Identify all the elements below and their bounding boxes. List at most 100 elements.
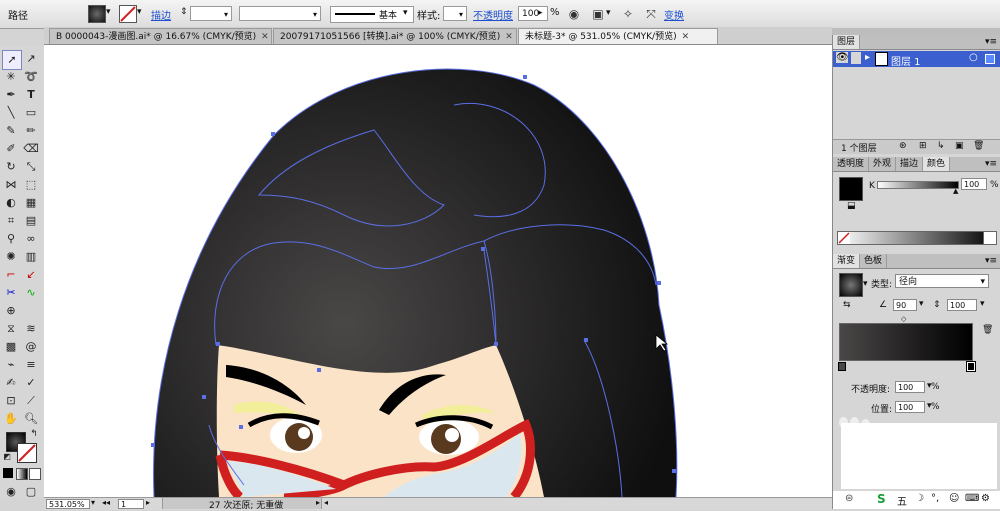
stroke-color-box[interactable] xyxy=(17,443,37,463)
rectangle-tool-icon[interactable]: ▭ xyxy=(22,104,40,122)
stroke-chevron-icon[interactable]: ▾ xyxy=(137,7,142,17)
close-icon[interactable]: ✕ xyxy=(682,32,690,42)
draw-normal-icon[interactable]: ◉ xyxy=(2,483,20,501)
zoom-tool-icon[interactable]: 🔍︎ xyxy=(22,410,40,428)
rotate-tool-icon[interactable]: ↻ xyxy=(2,158,20,176)
zoom-chevron-icon[interactable]: ▾ xyxy=(91,498,95,507)
tab-gradient[interactable]: 渐变 xyxy=(833,254,861,268)
stroke-link[interactable]: 描边 xyxy=(151,7,171,22)
panel-dock-grip[interactable] xyxy=(832,28,1000,35)
k-value-input[interactable]: 100 xyxy=(961,178,987,190)
tab-layers[interactable]: 图层 xyxy=(833,35,861,49)
expand-triangle-icon[interactable]: ▸ xyxy=(865,52,870,63)
angle-chevron-icon[interactable]: ▾ xyxy=(919,299,924,309)
delete-layer-icon[interactable]: 🗑︎ xyxy=(973,141,984,151)
wave-tool-icon[interactable]: ≋ xyxy=(22,320,40,338)
measure-tool-icon[interactable]: ⟋ xyxy=(22,392,40,410)
pencil-tool-icon[interactable]: ✏ xyxy=(22,122,40,140)
moon-icon[interactable]: ☽ xyxy=(915,493,924,504)
grid-tool-icon[interactable]: ▩ xyxy=(2,338,20,356)
style-dropdown[interactable]: ▾ xyxy=(443,6,467,21)
blob-brush-tool-icon[interactable]: ✐ xyxy=(2,140,20,158)
variable-width-dropdown[interactable]: ▾ xyxy=(239,6,321,21)
scroll-left-icon[interactable]: ◂ xyxy=(324,498,328,507)
hand-tool-icon[interactable]: ✋ xyxy=(2,410,20,428)
blend-tool-icon[interactable]: ∞ xyxy=(22,230,40,248)
tab-appearance[interactable]: 外观 xyxy=(869,157,897,171)
k-slider[interactable] xyxy=(877,181,959,189)
gradient-preview-swatch[interactable] xyxy=(839,273,863,297)
tab-document-2[interactable]: 20079171051566 [转换].ai* @ 100% (CMYK/预览)… xyxy=(273,28,517,44)
wubi-icon[interactable]: 五 xyxy=(897,493,907,508)
selection-indicator[interactable] xyxy=(985,54,995,64)
opacity-link[interactable]: 不透明度 xyxy=(473,7,513,22)
magic-wand-tool-icon[interactable]: ✳ xyxy=(2,68,20,86)
gradient-mode-icon[interactable] xyxy=(16,468,28,480)
type-tool-icon[interactable]: T xyxy=(22,86,40,104)
artwork[interactable] xyxy=(44,45,832,497)
panel-menu-icon[interactable]: ▾≡ xyxy=(985,254,997,268)
brush-dropdown[interactable]: 基本 ▾ xyxy=(330,6,414,23)
artboard-number-field[interactable]: 1 xyxy=(118,499,144,509)
gradient-tool-icon[interactable]: ▤ xyxy=(22,212,40,230)
punctuation-icon[interactable]: °, xyxy=(931,493,939,504)
tab-transparency[interactable]: 透明度 xyxy=(833,157,870,171)
perspective-grid-tool-icon[interactable]: ▦ xyxy=(22,194,40,212)
live-paint-tool-icon[interactable]: ✍ xyxy=(2,374,20,392)
warp-tool-icon[interactable]: ⧖ xyxy=(2,320,20,338)
panel-menu-icon[interactable]: ▾≡ xyxy=(985,35,997,49)
layer-row[interactable]: 👁︎ ▸ 图层 1 ○ xyxy=(833,51,1000,68)
slider-thumb-icon[interactable]: ▲ xyxy=(953,187,958,195)
transform-link[interactable]: 变换 xyxy=(664,7,684,22)
swap-colors-icon[interactable]: ↰ xyxy=(28,428,40,440)
default-colors-icon[interactable]: ◩ xyxy=(2,452,12,462)
scale-tool-icon[interactable]: ⤡ xyxy=(22,158,40,176)
live-paint-select-icon[interactable]: ✓ xyxy=(22,374,40,392)
fill-swatch[interactable] xyxy=(88,5,106,23)
tab-document-3[interactable]: 未标题-3* @ 531.05% (CMYK/预览) ✕ xyxy=(518,28,718,44)
close-icon[interactable]: ✕ xyxy=(261,32,269,42)
gradient-ramp[interactable] xyxy=(839,323,973,361)
white-swatch[interactable] xyxy=(983,232,996,244)
width-tool-icon[interactable]: ⋈ xyxy=(2,176,20,194)
layer-name[interactable]: 图层 1 xyxy=(891,53,921,68)
stroke-weight-dropdown[interactable]: ▾ xyxy=(190,6,232,21)
midpoint-diamond-icon[interactable]: ◇ xyxy=(901,315,906,323)
align-icon[interactable]: ▣ xyxy=(590,6,606,22)
sogou-s-icon[interactable]: S xyxy=(877,492,886,506)
fill-chevron-icon[interactable]: ▾ xyxy=(106,7,111,17)
panel-menu-icon[interactable]: ▾≡ xyxy=(985,157,997,171)
close-icon[interactable]: ✕ xyxy=(505,32,513,42)
slice-tool-icon[interactable]: ↙ xyxy=(22,266,40,284)
selection-tool-icon[interactable]: ➚ xyxy=(2,50,22,70)
color-spectrum-bar[interactable] xyxy=(837,231,997,245)
tab-color[interactable]: 颜色 xyxy=(923,157,951,171)
lock-toggle[interactable] xyxy=(851,52,861,64)
settings-icon[interactable]: ⚙ xyxy=(981,493,990,504)
stop-position-input[interactable]: 100 xyxy=(895,401,925,413)
target-circle-icon[interactable]: ○ xyxy=(969,52,978,63)
shape-builder-tool-icon[interactable]: ◐ xyxy=(2,194,20,212)
stroke-weight-stepper[interactable]: ⇕ xyxy=(180,7,188,17)
status-menu-icon[interactable]: ▸ xyxy=(316,498,320,507)
mesh-tool-icon[interactable]: ⌗ xyxy=(2,212,20,230)
gradient-type-select[interactable]: 径向 ▾ xyxy=(895,274,989,288)
lasso-tool-icon[interactable]: ➰ xyxy=(22,68,40,86)
opacity-stepper[interactable]: ▸ xyxy=(538,8,543,18)
eye-icon[interactable]: 👁︎ xyxy=(836,52,849,63)
crop-area-tool-icon[interactable]: ⊡ xyxy=(2,392,20,410)
line-tool-icon[interactable]: ╲ xyxy=(2,104,20,122)
clipping-mask-icon[interactable]: ⊞ xyxy=(919,141,927,151)
flare-tool-icon[interactable]: ≡ xyxy=(22,356,40,374)
direct-selection-tool-icon[interactable]: ↗ xyxy=(22,50,40,68)
twirl-tool-icon[interactable]: @ xyxy=(22,338,40,356)
column-graph-tool-icon[interactable]: ▥ xyxy=(22,248,40,266)
fullscreen-icon[interactable]: ⤧ xyxy=(643,6,659,22)
color-mode-icon[interactable] xyxy=(3,468,13,478)
target-tool-icon[interactable]: ⊕ xyxy=(2,302,20,320)
emoji-icon[interactable]: ☺ xyxy=(949,493,959,504)
opacity-input[interactable]: 100 xyxy=(518,6,548,21)
tab-swatches[interactable]: 色板 xyxy=(860,254,888,268)
scissors-tool-icon[interactable]: ✂ xyxy=(2,284,20,302)
knife-tool-icon[interactable]: ∿ xyxy=(22,284,40,302)
